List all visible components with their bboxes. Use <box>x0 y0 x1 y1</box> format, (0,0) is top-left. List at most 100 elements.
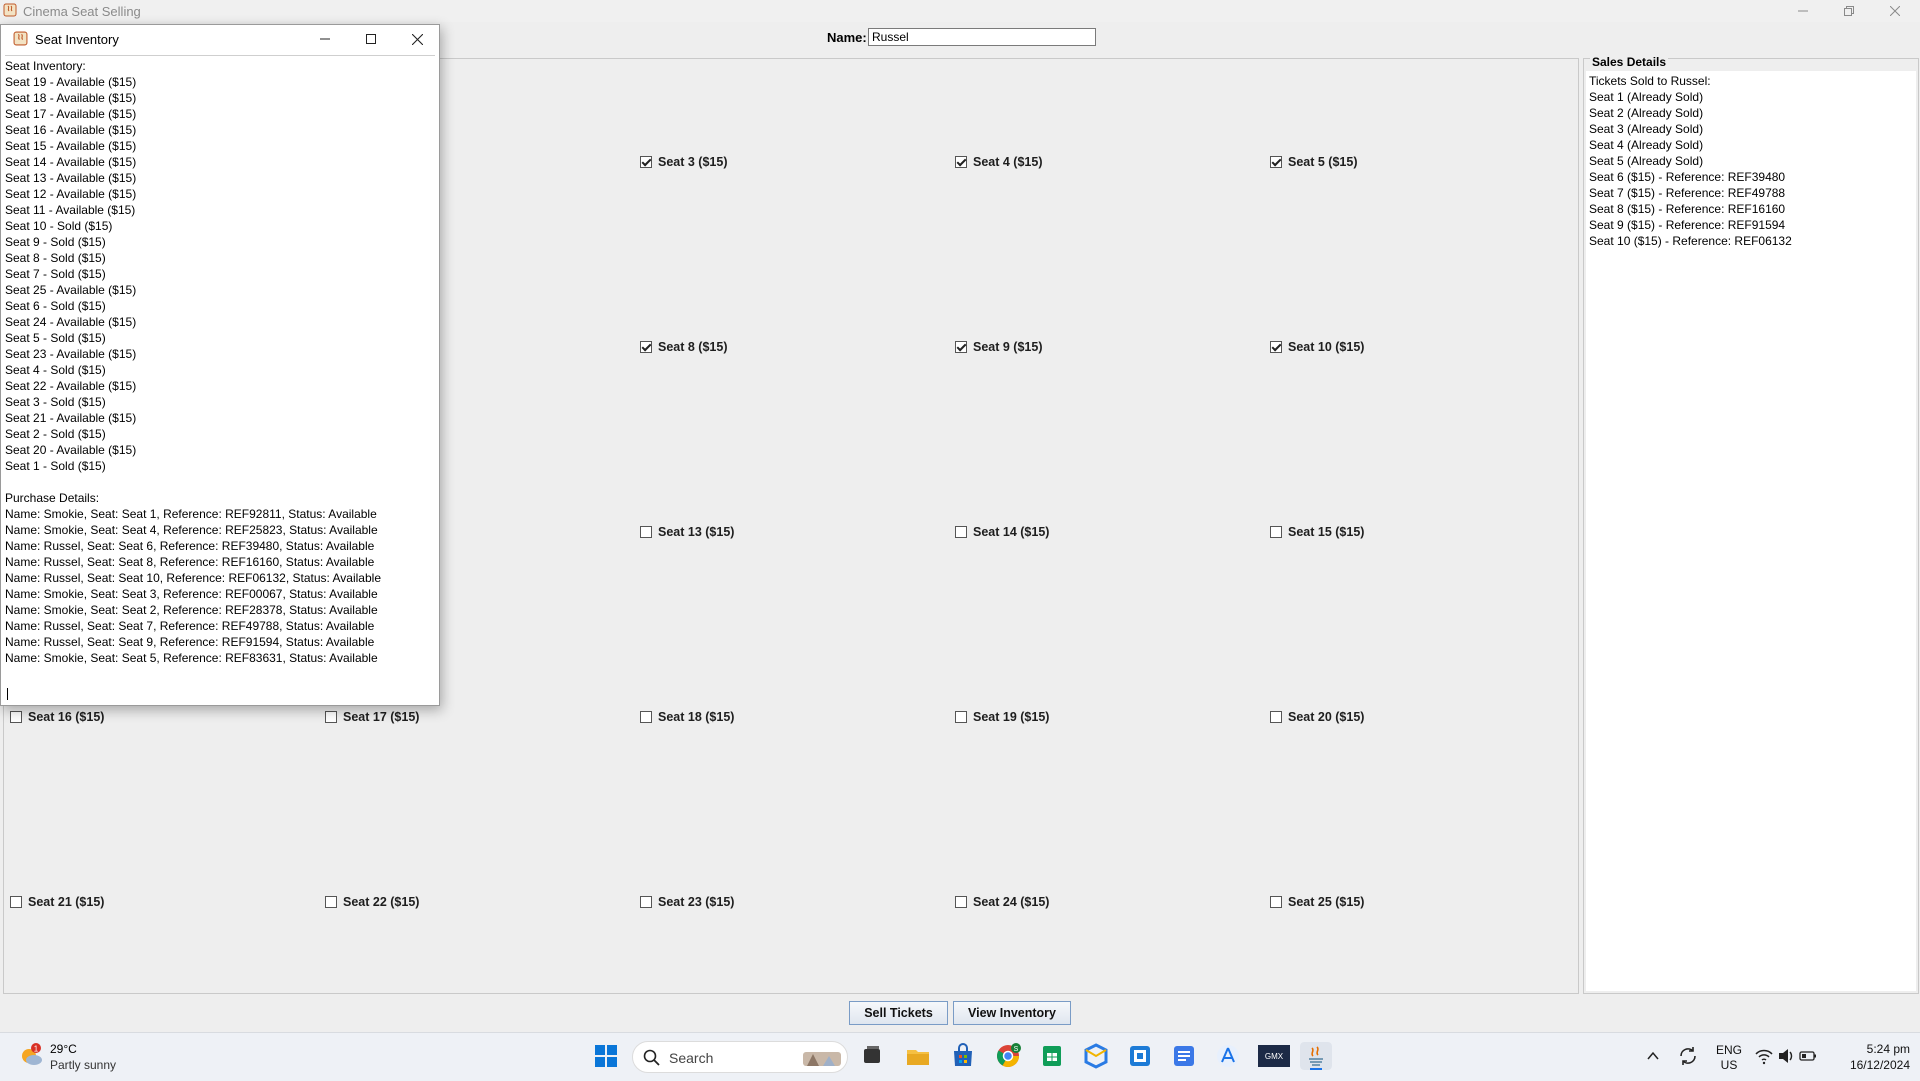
seat-19-checkbox[interactable]: Seat 19 ($15) <box>955 710 1049 724</box>
name-input[interactable] <box>868 28 1096 46</box>
seat-17-checkbox[interactable]: Seat 17 ($15) <box>325 710 419 724</box>
seat-5-checkbox[interactable]: Seat 5 ($15) <box>1270 155 1357 169</box>
weather-description: Partly sunny <box>50 1058 117 1072</box>
inventory-line <box>5 474 435 490</box>
office-icon[interactable] <box>1082 1042 1110 1070</box>
inventory-line: Seat 25 - Available ($15) <box>5 283 137 297</box>
inventory-line: Seat 16 - Available ($15) <box>5 123 137 137</box>
sales-details-panel: Sales Details Tickets Sold to Russel: Se… <box>1583 55 1919 994</box>
seat-label: Seat 21 ($15) <box>28 895 105 909</box>
language-indicator[interactable]: ENG <box>1716 1043 1742 1057</box>
sales-line: Seat 6 ($15) - Reference: REF39480 <box>1589 170 1786 184</box>
sales-line: Seat 3 (Already Sold) <box>1589 122 1704 136</box>
inventory-textarea[interactable]: Seat Inventory: Seat 19 - Available ($15)… <box>5 55 435 700</box>
seat-inventory-dialog: Seat Inventory Seat Inventory: Seat 19 - … <box>0 24 440 706</box>
sales-line: Seat 8 ($15) - Reference: REF16160 <box>1589 202 1786 216</box>
seat-22-checkbox[interactable]: Seat 22 ($15) <box>325 895 419 909</box>
inventory-line: Seat 7 - Sold ($15) <box>5 267 106 281</box>
seat-21-checkbox[interactable]: Seat 21 ($15) <box>10 895 104 909</box>
dialog-minimize-button[interactable] <box>303 25 347 53</box>
checkbox-unchecked-icon <box>10 896 22 908</box>
seat-13-checkbox[interactable]: Seat 13 ($15) <box>640 525 734 539</box>
clock-time[interactable]: 5:24 pm <box>1830 1042 1910 1056</box>
taskbar-search[interactable]: Search <box>632 1041 848 1073</box>
seat-label: Seat 13 ($15) <box>658 525 735 539</box>
inventory-line: Seat 5 - Sold ($15) <box>5 331 106 345</box>
sync-icon[interactable] <box>1676 1042 1700 1070</box>
sales-details-title: Sales Details <box>1590 55 1669 69</box>
seat-label: Seat 14 ($15) <box>973 525 1050 539</box>
checkbox-checked-icon <box>640 156 652 168</box>
inventory-line: Seat 15 - Available ($15) <box>5 139 137 153</box>
chevron-up-icon[interactable] <box>1644 1042 1662 1070</box>
seat-label: Seat 9 ($15) <box>973 340 1043 354</box>
restore-button[interactable] <box>1826 0 1872 22</box>
terminal-icon[interactable] <box>1126 1042 1154 1070</box>
checkbox-unchecked-icon <box>1270 526 1282 538</box>
sales-details-textarea[interactable]: Tickets Sold to Russel: Seat 1 (Already … <box>1586 71 1916 991</box>
seat-16-checkbox[interactable]: Seat 16 ($15) <box>10 710 104 724</box>
sales-line: Seat 7 ($15) - Reference: REF49788 <box>1589 186 1786 200</box>
checkbox-unchecked-icon <box>955 711 967 723</box>
volume-icon[interactable] <box>1776 1042 1796 1070</box>
weather-partly-sunny-icon[interactable]: 1 <box>18 1043 44 1069</box>
seat-label: Seat 23 ($15) <box>658 895 735 909</box>
minimize-button[interactable] <box>1780 0 1826 22</box>
dialog-close-button[interactable] <box>395 25 439 53</box>
checkbox-unchecked-icon <box>640 711 652 723</box>
seat-label: Seat 25 ($15) <box>1288 895 1365 909</box>
checkbox-unchecked-icon <box>955 526 967 538</box>
task-view-icon[interactable] <box>858 1042 886 1070</box>
name-label: Name: <box>827 30 867 45</box>
seat-label: Seat 17 ($15) <box>343 710 420 724</box>
seat-14-checkbox[interactable]: Seat 14 ($15) <box>955 525 1049 539</box>
checkbox-unchecked-icon <box>1270 896 1282 908</box>
seat-24-checkbox[interactable]: Seat 24 ($15) <box>955 895 1049 909</box>
seat-8-checkbox[interactable]: Seat 8 ($15) <box>640 340 727 354</box>
seat-label: Seat 22 ($15) <box>343 895 420 909</box>
seat-25-checkbox[interactable]: Seat 25 ($15) <box>1270 895 1364 909</box>
region-indicator: US <box>1720 1058 1738 1072</box>
chrome-icon[interactable]: S <box>994 1042 1022 1070</box>
inventory-line: Seat 23 - Available ($15) <box>5 347 137 361</box>
inventory-line: Seat 9 - Sold ($15) <box>5 235 106 249</box>
close-button[interactable] <box>1872 0 1918 22</box>
restore-icon <box>1844 6 1854 16</box>
inventory-line: Name: Russel, Seat: Seat 10, Reference: … <box>5 571 381 585</box>
gmx-icon[interactable]: GMX <box>1256 1042 1292 1070</box>
google-sheets-icon[interactable] <box>1038 1042 1066 1070</box>
checkbox-unchecked-icon <box>955 896 967 908</box>
java-icon[interactable] <box>1300 1042 1332 1070</box>
sell-tickets-button[interactable]: Sell Tickets <box>849 1001 948 1025</box>
sales-line: Seat 1 (Already Sold) <box>1589 90 1704 104</box>
view-inventory-button[interactable]: View Inventory <box>953 1001 1071 1025</box>
java-app-icon <box>13 31 28 46</box>
seat-9-checkbox[interactable]: Seat 9 ($15) <box>955 340 1042 354</box>
google-docs-icon[interactable] <box>1170 1042 1198 1070</box>
checkbox-checked-icon <box>955 156 967 168</box>
seat-10-checkbox[interactable]: Seat 10 ($15) <box>1270 340 1364 354</box>
seat-4-checkbox[interactable]: Seat 4 ($15) <box>955 155 1042 169</box>
battery-icon[interactable] <box>1798 1042 1818 1070</box>
seat-20-checkbox[interactable]: Seat 20 ($15) <box>1270 710 1364 724</box>
inventory-line: Name: Russel, Seat: Seat 8, Reference: R… <box>5 555 375 569</box>
seat-3-checkbox[interactable]: Seat 3 ($15) <box>640 155 727 169</box>
file-explorer-icon[interactable] <box>904 1042 932 1070</box>
seat-18-checkbox[interactable]: Seat 18 ($15) <box>640 710 734 724</box>
seat-15-checkbox[interactable]: Seat 15 ($15) <box>1270 525 1364 539</box>
sales-line: Tickets Sold to Russel: <box>1589 74 1711 88</box>
text-caret <box>7 688 8 700</box>
dialog-maximize-button[interactable] <box>349 25 393 53</box>
app-store-icon[interactable] <box>1214 1042 1242 1070</box>
seat-23-checkbox[interactable]: Seat 23 ($15) <box>640 895 734 909</box>
wifi-icon[interactable] <box>1754 1042 1774 1070</box>
seat-label: Seat 10 ($15) <box>1288 340 1365 354</box>
inventory-line: Seat 24 - Available ($15) <box>5 315 137 329</box>
search-placeholder: Search <box>669 1050 714 1066</box>
start-icon[interactable] <box>592 1042 620 1070</box>
inventory-line: Seat 19 - Available ($15) <box>5 75 137 89</box>
close-icon <box>1890 6 1900 16</box>
inventory-line: Seat 17 - Available ($15) <box>5 107 137 121</box>
sales-line: Seat 4 (Already Sold) <box>1589 138 1704 152</box>
microsoft-store-icon[interactable] <box>949 1042 977 1070</box>
